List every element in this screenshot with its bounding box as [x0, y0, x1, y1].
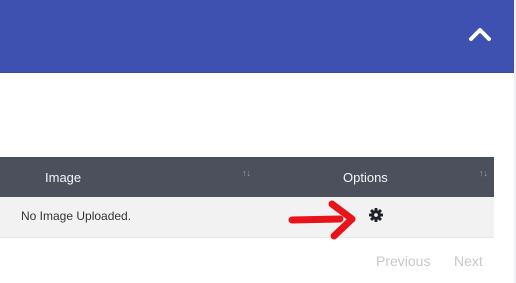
- table-row: No Image Uploaded.: [0, 197, 494, 238]
- panel-header: [0, 0, 514, 73]
- sort-updown-icon[interactable]: ↑↓: [479, 168, 488, 178]
- images-table: Image ↑↓ Options ↑↓ No Image Uploaded.: [0, 157, 494, 238]
- red-arrow-pointer: [288, 200, 356, 240]
- collapse-panel-button[interactable]: [468, 24, 492, 44]
- pagination-previous[interactable]: Previous: [376, 253, 430, 269]
- column-header-image[interactable]: Image: [45, 157, 81, 197]
- column-label: Image: [45, 169, 82, 185]
- image-cell: No Image Uploaded.: [21, 209, 132, 223]
- sort-updown-icon[interactable]: ↑↓: [242, 168, 251, 178]
- column-header-options[interactable]: Options: [343, 157, 388, 197]
- pagination-next[interactable]: Next: [454, 253, 483, 269]
- chevron-up-icon: [469, 28, 491, 41]
- options-button[interactable]: [368, 207, 384, 223]
- table-header: Image ↑↓ Options ↑↓: [0, 157, 494, 197]
- gear-icon: [369, 208, 383, 222]
- column-label: Options: [343, 169, 388, 185]
